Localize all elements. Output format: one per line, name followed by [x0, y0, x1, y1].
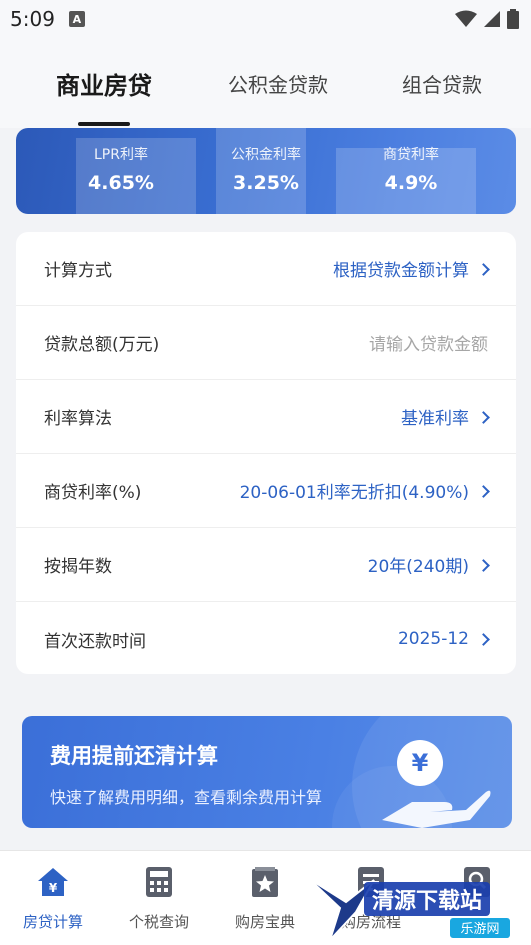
mortgage-years-text: 20年(240期)	[367, 557, 469, 577]
commercial-rate-value[interactable]: 20-06-01利率无折扣(4.90%)	[239, 478, 490, 503]
rate-method-value[interactable]: 基准利率	[401, 404, 490, 429]
rate-lpr: LPR利率 4.65%	[56, 144, 186, 194]
house-yen-icon: ¥	[38, 868, 68, 896]
nav-buying-process-label: 购房流程	[340, 913, 401, 931]
signal-icon	[484, 11, 500, 27]
commercial-rate-text: 20-06-01利率无折扣(4.90%)	[239, 483, 469, 503]
row-rate-method[interactable]: 利率算法 基准利率	[16, 380, 516, 454]
loan-total-input[interactable]: 请输入贷款金额	[369, 330, 488, 355]
tab-provident-fund-loan[interactable]: 公积金贷款	[208, 58, 348, 108]
rates-banner: LPR利率 4.65% 公积金利率 3.25% 商贷利率 4.9%	[16, 128, 516, 214]
tab-combined-loan[interactable]: 组合贷款	[380, 58, 504, 108]
chevron-right-icon	[477, 633, 490, 646]
commercial-rate-label: 商贷利率(%)	[44, 483, 142, 503]
status-icons	[455, 9, 519, 29]
rate-commercial-value: 4.9%	[384, 172, 438, 194]
hand-icon	[382, 790, 491, 828]
first-payment-label: 首次还款时间	[44, 631, 146, 652]
row-mortgage-years[interactable]: 按揭年数 20年(240期)	[16, 528, 516, 602]
battery-icon	[507, 9, 519, 29]
calc-method-text: 根据贷款金额计算	[333, 261, 469, 281]
rate-lpr-value: 4.65%	[88, 172, 154, 194]
row-loan-total[interactable]: 贷款总额(万元) 请输入贷款金额	[16, 306, 516, 380]
chevron-right-icon	[477, 410, 490, 424]
loan-total-label: 贷款总额(万元)	[44, 335, 160, 355]
loan-form: 计算方式 根据贷款金额计算 贷款总额(万元) 请输入贷款金额 利率算法 基准利率…	[16, 232, 516, 674]
list-icon	[358, 867, 384, 897]
calculator-icon	[146, 867, 172, 897]
calc-method-label: 计算方式	[44, 261, 112, 281]
nav-mortgage-calc-label: 房贷计算	[22, 913, 83, 931]
promo-title: 费用提前还清计算	[50, 744, 218, 768]
nav-tax-query[interactable]: 个税查询	[106, 861, 212, 941]
loan-type-tabs: 商业房贷 公积金贷款 组合贷款	[0, 58, 531, 126]
active-tab-indicator	[78, 122, 130, 126]
nav-tax-query-label: 个税查询	[128, 913, 189, 931]
rate-commercial: 商贷利率 4.9%	[346, 144, 476, 194]
wifi-icon	[455, 10, 477, 27]
status-time: 5:09	[10, 7, 55, 31]
svg-text:¥: ¥	[49, 881, 58, 895]
rate-lpr-label: LPR利率	[94, 147, 148, 163]
tab-commercial-loan[interactable]: 商业房贷	[40, 58, 168, 108]
search-doc-icon	[464, 867, 490, 897]
chevron-right-icon	[477, 484, 490, 498]
prepayment-promo-card[interactable]: 费用提前还清计算 快速了解费用明细，查看剩余费用计算 ¥	[22, 716, 512, 828]
nav-mortgage-calc[interactable]: ¥ 房贷计算	[0, 861, 106, 941]
nav-buying-guide[interactable]: 购房宝典	[212, 861, 318, 941]
first-payment-value[interactable]: 2025-12	[397, 629, 490, 649]
bottom-nav: ¥ 房贷计算 个税查询 购房宝典 购房流程	[0, 850, 531, 945]
row-first-payment[interactable]: 首次还款时间 2025-12	[16, 602, 516, 676]
rate-method-text: 基准利率	[401, 409, 469, 429]
row-calc-method[interactable]: 计算方式 根据贷款金额计算	[16, 232, 516, 306]
header-area: 商业房贷 公积金贷款 组合贷款	[0, 38, 531, 128]
calc-method-value[interactable]: 根据贷款金额计算	[333, 256, 490, 281]
promo-subtitle: 快速了解费用明细，查看剩余费用计算	[50, 788, 323, 807]
nav-buying-guide-label: 购房宝典	[234, 913, 295, 931]
rate-provident-value: 3.25%	[233, 172, 299, 194]
rate-provident-label: 公积金利率	[231, 147, 301, 163]
status-bar: 5:09 A	[0, 0, 531, 38]
rate-commercial-label: 商贷利率	[383, 147, 439, 163]
nav-search[interactable]	[424, 861, 530, 941]
chevron-right-icon	[477, 262, 490, 276]
book-star-icon	[252, 867, 278, 897]
mortgage-years-value[interactable]: 20年(240期)	[367, 552, 490, 577]
mortgage-years-label: 按揭年数	[44, 557, 112, 577]
nav-buying-process[interactable]: 购房流程	[318, 861, 424, 941]
chevron-right-icon	[477, 558, 490, 572]
row-commercial-rate[interactable]: 商贷利率(%) 20-06-01利率无折扣(4.90%)	[16, 454, 516, 528]
rate-provident: 公积金利率 3.25%	[201, 144, 331, 194]
first-payment-text: 2025-12	[397, 629, 469, 649]
rate-method-label: 利率算法	[44, 409, 112, 429]
notification-a-icon: A	[68, 11, 85, 27]
